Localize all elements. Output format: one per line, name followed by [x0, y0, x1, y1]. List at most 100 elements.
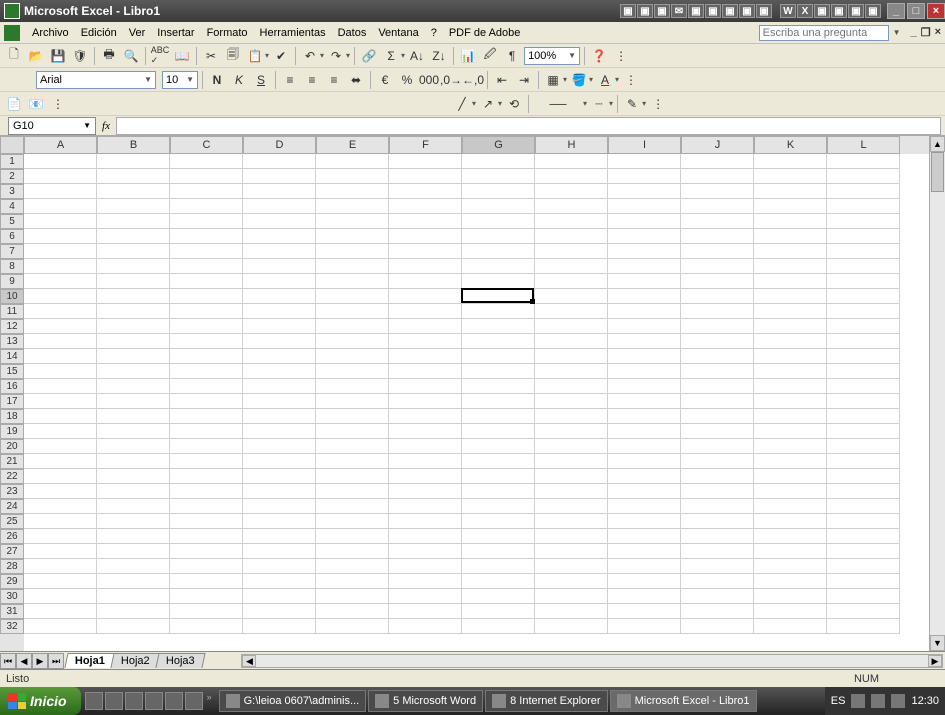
cell[interactable] [608, 244, 681, 259]
cell[interactable] [535, 229, 608, 244]
sheet-tab[interactable]: Hoja1 [64, 653, 115, 668]
cell[interactable] [535, 154, 608, 169]
redo-icon[interactable]: ↷ [326, 46, 346, 66]
row-header[interactable]: 22 [0, 469, 24, 484]
decrease-decimal-icon[interactable]: ←,0 [463, 70, 483, 90]
cell[interactable] [681, 499, 754, 514]
font-color-icon[interactable]: A [595, 70, 615, 90]
cell[interactable] [827, 244, 900, 259]
row-header[interactable]: 23 [0, 484, 24, 499]
connector-icon[interactable]: ⟲ [504, 94, 524, 114]
cell[interactable] [681, 229, 754, 244]
permission-icon[interactable]: 🛡 [70, 46, 90, 66]
cell[interactable] [97, 274, 170, 289]
cell[interactable] [462, 469, 535, 484]
cell[interactable] [608, 529, 681, 544]
cell[interactable] [827, 604, 900, 619]
row-header[interactable]: 16 [0, 379, 24, 394]
cell[interactable] [97, 304, 170, 319]
cell[interactable] [535, 469, 608, 484]
cell[interactable] [462, 199, 535, 214]
cell[interactable] [316, 469, 389, 484]
cell[interactable] [316, 379, 389, 394]
hyperlink-icon[interactable]: 🔗 [359, 46, 379, 66]
cell[interactable] [97, 514, 170, 529]
cell[interactable] [170, 244, 243, 259]
cell[interactable] [462, 154, 535, 169]
spellcheck-icon[interactable]: ABC✓ [150, 46, 170, 66]
cell[interactable] [535, 604, 608, 619]
cell[interactable] [389, 424, 462, 439]
cell[interactable] [97, 454, 170, 469]
column-header[interactable]: G [462, 136, 535, 154]
cell[interactable] [389, 289, 462, 304]
cell[interactable] [97, 484, 170, 499]
cell[interactable] [24, 274, 97, 289]
cell[interactable] [24, 229, 97, 244]
cell[interactable] [24, 319, 97, 334]
cell[interactable] [681, 319, 754, 334]
cell[interactable] [170, 379, 243, 394]
cell[interactable] [316, 409, 389, 424]
row-header[interactable]: 19 [0, 424, 24, 439]
tray-icon[interactable]: ▣ [814, 4, 830, 18]
cell[interactable] [827, 499, 900, 514]
cell[interactable] [754, 274, 827, 289]
cell[interactable] [535, 169, 608, 184]
cell[interactable] [462, 244, 535, 259]
row-header[interactable]: 31 [0, 604, 24, 619]
row-header[interactable]: 9 [0, 274, 24, 289]
cell[interactable] [389, 304, 462, 319]
column-header[interactable]: I [608, 136, 681, 154]
borders-icon[interactable]: ▦ [543, 70, 563, 90]
column-header[interactable]: L [827, 136, 900, 154]
maximize-button[interactable]: □ [907, 3, 925, 19]
tray-icon[interactable]: X [797, 4, 813, 18]
cell[interactable] [608, 199, 681, 214]
cell[interactable] [389, 409, 462, 424]
cell[interactable] [608, 289, 681, 304]
cell[interactable] [535, 439, 608, 454]
cell[interactable] [316, 424, 389, 439]
cell[interactable] [243, 589, 316, 604]
cell[interactable] [97, 529, 170, 544]
row-header[interactable]: 21 [0, 454, 24, 469]
cell[interactable] [754, 259, 827, 274]
cell[interactable] [243, 184, 316, 199]
cell[interactable] [827, 259, 900, 274]
cell[interactable] [316, 274, 389, 289]
cell[interactable] [243, 229, 316, 244]
column-header[interactable]: K [754, 136, 827, 154]
menu-edicion[interactable]: Edición [75, 25, 123, 41]
cell[interactable] [608, 394, 681, 409]
row-header[interactable]: 28 [0, 559, 24, 574]
cell[interactable] [389, 274, 462, 289]
cell[interactable] [97, 394, 170, 409]
cell[interactable] [754, 469, 827, 484]
thousands-icon[interactable]: 000 [419, 70, 439, 90]
cell[interactable] [462, 259, 535, 274]
cell[interactable] [389, 484, 462, 499]
cell[interactable] [97, 604, 170, 619]
tray-icon[interactable] [891, 694, 905, 708]
column-header[interactable]: D [243, 136, 316, 154]
horizontal-scrollbar[interactable]: ◀ ▶ [241, 654, 943, 668]
formula-input[interactable] [116, 117, 941, 135]
currency-icon[interactable]: € [375, 70, 395, 90]
cell[interactable] [316, 559, 389, 574]
cell[interactable] [316, 514, 389, 529]
cell[interactable] [827, 184, 900, 199]
cell[interactable] [24, 589, 97, 604]
cell[interactable] [243, 289, 316, 304]
cell[interactable] [243, 424, 316, 439]
cell[interactable] [462, 619, 535, 634]
cell[interactable] [608, 304, 681, 319]
cell[interactable] [754, 304, 827, 319]
row-header[interactable]: 4 [0, 199, 24, 214]
cell[interactable] [243, 364, 316, 379]
cell[interactable] [170, 349, 243, 364]
cell[interactable] [681, 559, 754, 574]
cell[interactable] [535, 334, 608, 349]
cell[interactable] [608, 544, 681, 559]
cell[interactable] [827, 574, 900, 589]
